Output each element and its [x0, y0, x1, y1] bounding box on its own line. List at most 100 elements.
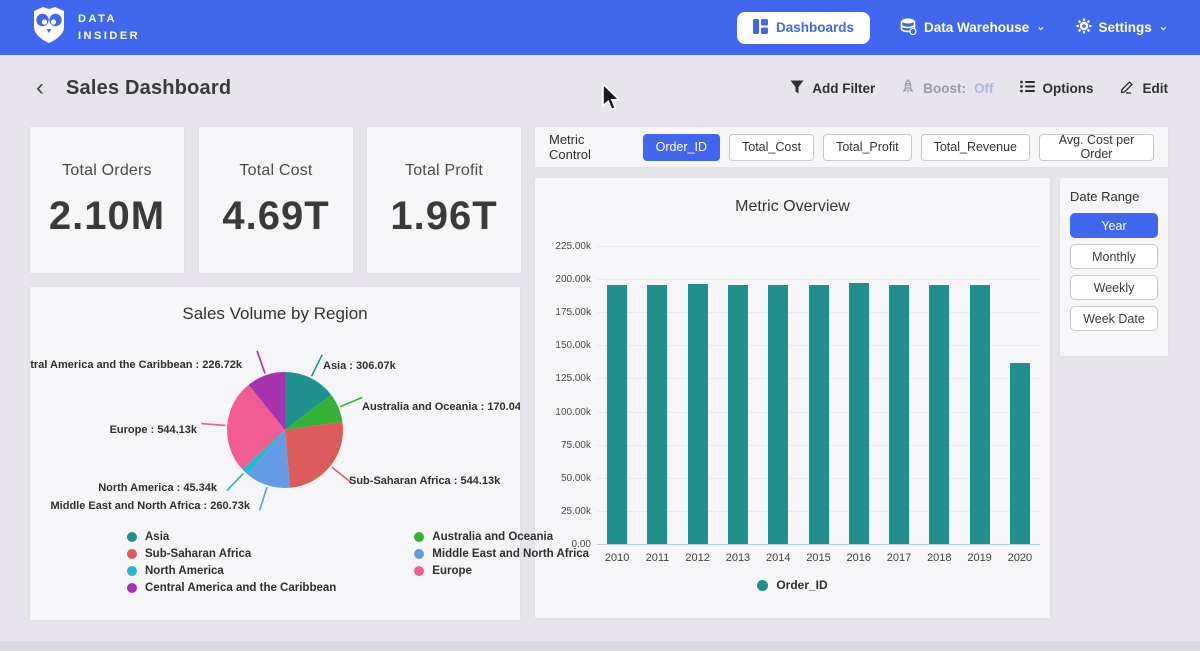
settings-menu[interactable]: Settings ⌄ [1076, 18, 1168, 37]
dashboard-header: ‹ Sales Dashboard Add Filter Boost: Off [0, 55, 1200, 121]
brand-logo[interactable]: DATA INSIDER [32, 6, 140, 49]
legend-label: Order_ID [776, 578, 827, 592]
metric-chip-order-id[interactable]: Order_ID [643, 134, 720, 161]
bar-2014[interactable] [768, 285, 788, 544]
metric-overview-chart-card: Metric Overview Order_ID 0.0025.00k50.00… [535, 178, 1050, 618]
date-range-week-date[interactable]: Week Date [1070, 306, 1158, 331]
boost-toggle[interactable]: Boost: Off [901, 79, 993, 97]
date-range-year[interactable]: Year [1070, 213, 1158, 238]
chevron-down-icon: ⌄ [1159, 20, 1168, 33]
legend-dot [127, 532, 137, 542]
kpi-card-total-profit: Total Profit 1.96T [367, 127, 521, 273]
gridline [597, 279, 1040, 280]
x-axis-tick-label: 2017 [879, 552, 919, 564]
legend-item-middle-east-and-north-africa[interactable]: Middle East and North Africa [414, 548, 589, 560]
legend-label: Europe [432, 565, 472, 577]
legend-dot [414, 532, 424, 542]
metric-chip-total-revenue[interactable]: Total_Revenue [921, 134, 1030, 161]
legend-dot [414, 549, 424, 559]
back-button[interactable]: ‹ [32, 76, 48, 100]
y-axis-tick-label: 150.00k [541, 340, 591, 351]
y-axis-tick-label: 200.00k [541, 274, 591, 285]
date-range-weekly[interactable]: Weekly [1070, 275, 1158, 300]
list-options-icon [1020, 80, 1035, 96]
metric-chip-total-profit[interactable]: Total_Profit [823, 134, 912, 161]
data-warehouse-menu[interactable]: Data Warehouse ⌄ [900, 18, 1046, 38]
boost-state: Off [974, 81, 994, 96]
options-button[interactable]: Options [1020, 80, 1094, 96]
add-filter-button[interactable]: Add Filter [790, 80, 875, 97]
gear-icon [1076, 18, 1092, 37]
bar-2015[interactable] [809, 285, 829, 544]
kpi-value: 1.96T [390, 194, 497, 239]
y-axis-tick-label: 175.00k [541, 307, 591, 318]
kpi-card-total-orders: Total Orders 2.10M [30, 127, 184, 273]
top-navbar: DATA INSIDER Dashboards [0, 0, 1200, 55]
pie-slice-label: Sub-Saharan Africa : 544.13k [349, 475, 501, 487]
pie-slice-label: Australia and Oceania : 170.04k [362, 401, 520, 413]
pie-label-leader-line [227, 473, 244, 490]
bar-2012[interactable] [688, 284, 708, 544]
dashboards-button[interactable]: Dashboards [737, 12, 870, 44]
legend-item-europe[interactable]: Europe [414, 565, 589, 577]
legend-item-australia-and-oceania[interactable]: Australia and Oceania [414, 531, 589, 543]
bar-chart-plot-area [597, 246, 1040, 544]
pie-label-leader-line [257, 351, 265, 374]
kpi-label: Total Profit [405, 162, 483, 180]
owl-logo-icon [32, 6, 66, 49]
bar-2013[interactable] [728, 285, 748, 544]
x-axis-tick-label: 2020 [1000, 552, 1040, 564]
gridline [597, 544, 1040, 545]
pie-label-leader-line [201, 424, 225, 426]
bar-chart-legend[interactable]: Order_ID [535, 578, 1050, 592]
kpi-label: Total Orders [62, 162, 152, 180]
date-range-monthly[interactable]: Monthly [1070, 244, 1158, 269]
legend-item-asia[interactable]: Asia [127, 531, 336, 543]
pie-slice-label: Central America and the Caribbean : 226.… [30, 359, 243, 371]
kpi-value: 4.69T [222, 194, 329, 239]
x-axis-tick-label: 2014 [758, 552, 798, 564]
bottom-scrollbar-track[interactable] [0, 641, 1200, 651]
pie-slice-sub-saharan-africa[interactable] [285, 422, 343, 488]
bar-2019[interactable] [970, 285, 990, 544]
chart-title: Metric Overview [535, 198, 1050, 216]
pie-label-leader-line [332, 467, 351, 482]
brand-text: DATA INSIDER [78, 11, 140, 44]
legend-label: Asia [145, 531, 169, 543]
bar-2018[interactable] [929, 285, 949, 544]
bar-2017[interactable] [889, 285, 909, 544]
pie-slice-label: Middle East and North Africa : 260.73k [51, 500, 251, 512]
pie-label-leader-line [312, 355, 323, 377]
kpi-card-total-cost: Total Cost 4.69T [199, 127, 353, 273]
legend-item-central-america-and-the-caribbean[interactable]: Central America and the Caribbean [127, 582, 336, 594]
x-axis-tick-label: 2011 [637, 552, 677, 564]
legend-label: North America [145, 565, 224, 577]
data-warehouse-label: Data Warehouse [924, 20, 1029, 35]
metric-control-bar: Metric Control Order_ID Total_Cost Total_P… [535, 127, 1168, 167]
legend-dot [127, 566, 137, 576]
pie-slice-label: Asia : 306.07k [323, 360, 397, 372]
legend-item-north-america[interactable]: North America [127, 565, 336, 577]
y-axis-tick-label: 125.00k [541, 373, 591, 384]
legend-item-sub-saharan-africa[interactable]: Sub-Saharan Africa [127, 548, 336, 560]
y-axis-tick-label: 225.00k [541, 241, 591, 252]
metric-control-label: Metric Control [549, 132, 627, 162]
y-axis-tick-label: 75.00k [541, 440, 591, 451]
chevron-down-icon: ⌄ [1036, 20, 1045, 33]
sales-volume-pie-card: Sales Volume by Region Asia : 306.07kAus… [30, 287, 520, 620]
pie-label-leader-line [260, 487, 267, 510]
bar-2011[interactable] [647, 285, 667, 544]
metric-chip-total-cost[interactable]: Total_Cost [729, 134, 814, 161]
legend-dot [414, 566, 424, 576]
filter-funnel-icon [790, 80, 804, 97]
page-title: Sales Dashboard [66, 77, 231, 100]
x-axis-tick-label: 2013 [718, 552, 758, 564]
bar-2010[interactable] [607, 285, 627, 544]
bar-2016[interactable] [849, 283, 869, 544]
x-axis-tick-label: 2010 [597, 552, 637, 564]
pie-slice-label: Europe : 544.13k [110, 424, 198, 436]
edit-button[interactable]: Edit [1120, 79, 1169, 97]
legend-label: Sub-Saharan Africa [145, 548, 251, 560]
metric-chip-avg-cost-per-order[interactable]: Avg. Cost per Order [1039, 134, 1154, 161]
bar-2020[interactable] [1010, 363, 1030, 544]
